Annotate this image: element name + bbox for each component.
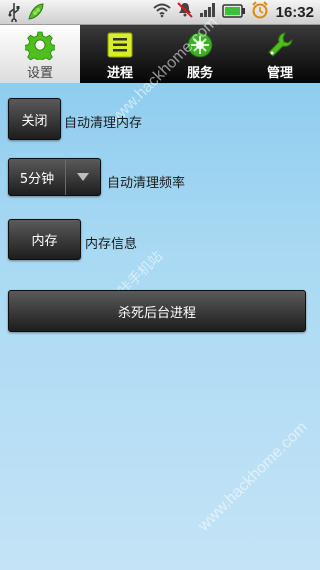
usb-icon [8,2,20,26]
auto-clean-label: 自动清理内存 [64,116,143,131]
memory-button[interactable]: 内存 [8,219,81,260]
clock-time: 16:32 [275,3,314,21]
chevron-down-icon[interactable] [65,159,100,195]
tab-manage[interactable]: 管理 [240,25,320,83]
wrench-icon [265,30,295,60]
battery-icon [221,3,246,22]
tab-label: 设置 [26,66,53,81]
kill-background-process-button[interactable]: 杀死后台进程 [8,290,306,332]
wifi-icon [152,2,171,22]
tab-settings[interactable]: 设置 [0,25,80,83]
tab-label: 管理 [266,66,293,81]
mute-icon [176,1,194,23]
pea-icon [26,2,46,26]
process-list-icon [105,30,135,60]
auto-clean-toggle-button[interactable]: 关闭 [8,98,61,140]
frequency-spinner[interactable]: 5分钟 [8,158,101,196]
frequency-label: 自动清理频率 [107,176,186,191]
gear-icon [24,30,56,64]
alarm-icon [251,1,269,23]
memory-info-label: 内存信息 [85,237,138,252]
status-bar-left [8,2,46,26]
frequency-value: 5分钟 [19,171,55,187]
tab-label: 进程 [106,66,133,81]
status-bar: 16:32 [0,0,320,25]
watermark-text: www.hackhome.com [195,418,311,535]
tab-label: 服务 [186,66,213,81]
status-bar-right: 16:32 [152,1,314,23]
